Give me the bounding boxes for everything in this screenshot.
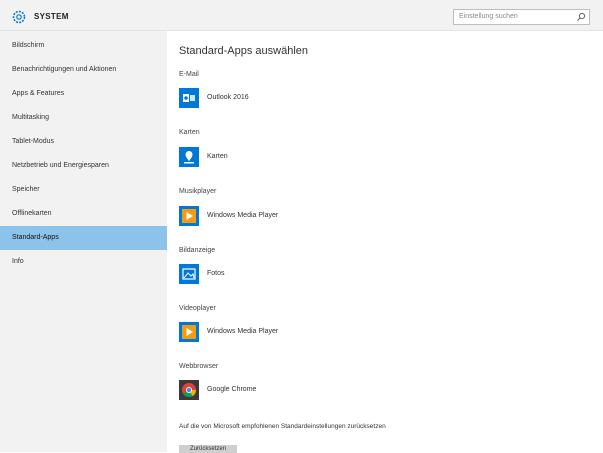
search-input[interactable]: Einstellung suchen (453, 9, 590, 25)
app-title: SYSTEM (34, 12, 69, 21)
title-bar: SYSTEM Einstellung suchen (0, 0, 603, 31)
sidebar-item-netzbetrieb[interactable]: Netzbetrieb und Energiesparen (0, 155, 167, 177)
maps-icon (179, 147, 199, 167)
app-name: Karten (207, 153, 228, 160)
section-label-browser: Webbrowser (179, 363, 219, 370)
sidebar-item-standard-apps[interactable]: Standard-Apps (0, 226, 167, 250)
section-label-video: Videoplayer (179, 305, 216, 312)
sidebar-item-benachrichtigungen[interactable]: Benachrichtigungen und Aktionen (0, 59, 167, 81)
outlook-icon (179, 88, 199, 108)
sidebar-item-info[interactable]: Info (0, 251, 167, 273)
gear-icon (12, 10, 26, 24)
page-title: Standard-Apps auswählen (179, 45, 309, 57)
media-player-icon (179, 206, 199, 226)
sidebar-item-speicher[interactable]: Speicher (0, 179, 167, 201)
section-label-maps: Karten (179, 129, 200, 136)
app-name: Google Chrome (207, 386, 257, 393)
app-name: Fotos (207, 270, 225, 277)
photos-icon (179, 264, 199, 284)
section-label-music: Musikplayer (179, 188, 217, 195)
media-player-icon (179, 322, 199, 342)
section-label-photos: Bildanzeige (179, 247, 216, 254)
search-icon (577, 12, 586, 21)
reset-description: Auf die von Microsoft empfohlenen Standa… (179, 423, 386, 430)
sidebar-item-apps-features[interactable]: Apps & Features (0, 83, 167, 105)
sidebar-item-bildschirm[interactable]: Bildschirm (0, 35, 167, 57)
main-content: Standard-Apps auswählen E-Mail Outlook 2… (167, 31, 603, 453)
section-label-email: E-Mail (179, 71, 199, 78)
sidebar-item-tablet-modus[interactable]: Tablet-Modus (0, 131, 167, 153)
sidebar: Bildschirm Benachrichtigungen und Aktion… (0, 31, 167, 452)
sidebar-item-multitasking[interactable]: Multitasking (0, 107, 167, 129)
chrome-icon (179, 380, 199, 400)
app-name: Windows Media Player (207, 328, 279, 335)
sidebar-item-offlinekarten[interactable]: Offlinekarten (0, 203, 167, 225)
app-name: Outlook 2016 (207, 94, 249, 101)
search-placeholder: Einstellung suchen (459, 13, 518, 20)
app-name: Windows Media Player (207, 212, 279, 219)
